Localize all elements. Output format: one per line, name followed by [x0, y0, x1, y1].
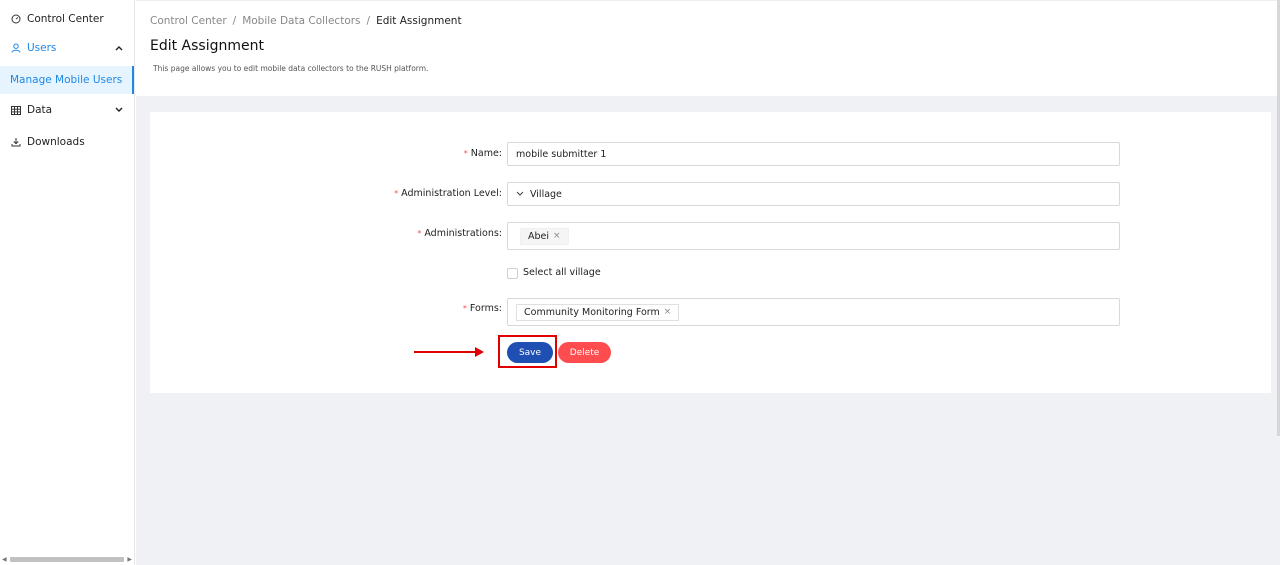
- label-colon: :: [498, 228, 502, 239]
- forms-label-text: Forms: [469, 303, 499, 314]
- select-all-village-label[interactable]: Select all village: [523, 267, 601, 278]
- sidebar: Control Center Users Manage Mobile Users…: [0, 0, 135, 565]
- sidebar-item-data[interactable]: Data: [0, 96, 134, 124]
- breadcrumb-separator: /: [232, 15, 237, 27]
- administrations-multiselect[interactable]: Abei ×: [507, 222, 1120, 250]
- download-icon: [10, 136, 22, 148]
- table-icon: [10, 104, 22, 116]
- sidebar-item-label: Control Center: [27, 13, 104, 25]
- chevron-down-icon: [114, 105, 124, 115]
- highlight-box: [498, 335, 557, 368]
- required-mark: *: [463, 149, 468, 158]
- forms-multiselect[interactable]: Community Monitoring Form ×: [507, 298, 1120, 326]
- page-description: This page allows you to edit mobile data…: [153, 64, 429, 73]
- dashboard-icon: [10, 13, 22, 25]
- administration-tag: Abei ×: [520, 227, 569, 245]
- sidebar-item-label: Users: [27, 42, 57, 54]
- required-mark: *: [417, 229, 422, 238]
- scroll-right-icon[interactable]: ▶: [127, 556, 132, 563]
- forms-label: * Forms:: [380, 303, 502, 314]
- breadcrumb-separator: /: [366, 15, 371, 27]
- label-colon: :: [498, 148, 502, 159]
- label-colon: :: [498, 188, 502, 199]
- page-title: Edit Assignment: [150, 38, 264, 54]
- sidebar-item-manage-mobile-users[interactable]: Manage Mobile Users: [0, 66, 134, 94]
- administration-level-select[interactable]: Village: [507, 182, 1120, 206]
- administrations-label: * Administrations:: [360, 228, 502, 239]
- sidebar-item-control-center[interactable]: Control Center: [0, 5, 134, 33]
- delete-button[interactable]: Delete: [558, 342, 611, 363]
- close-icon[interactable]: ×: [664, 307, 672, 317]
- breadcrumb: Control Center / Mobile Data Collectors …: [150, 15, 462, 27]
- arrow-right-icon: [475, 347, 484, 357]
- breadcrumb-mobile-data-collectors[interactable]: Mobile Data Collectors: [242, 15, 360, 27]
- annotation-arrow-line: [414, 351, 476, 353]
- chevron-down-icon: [516, 191, 524, 197]
- sidebar-item-users[interactable]: Users: [0, 34, 134, 62]
- name-input-value: mobile submitter 1: [516, 148, 607, 160]
- required-mark: *: [462, 304, 467, 313]
- name-input[interactable]: mobile submitter 1: [507, 142, 1120, 166]
- administration-level-label: * Administration Level:: [340, 188, 502, 199]
- administration-level-value: Village: [530, 188, 562, 200]
- sidebar-horizontal-scrollbar[interactable]: ◀ ▶: [2, 556, 132, 563]
- label-colon: :: [498, 303, 502, 314]
- form-tag-label: Community Monitoring Form: [524, 306, 660, 318]
- close-icon[interactable]: ×: [553, 231, 561, 241]
- required-mark: *: [394, 189, 399, 198]
- sidebar-item-label: Data: [27, 104, 53, 116]
- administration-level-label-text: Administration Level: [401, 188, 499, 199]
- breadcrumb-control-center[interactable]: Control Center: [150, 15, 227, 27]
- page-header: Control Center / Mobile Data Collectors …: [136, 0, 1280, 96]
- breadcrumb-current: Edit Assignment: [376, 15, 462, 27]
- form-tag: Community Monitoring Form ×: [516, 303, 680, 321]
- administration-tag-label: Abei: [528, 230, 550, 242]
- sidebar-item-downloads[interactable]: Downloads: [0, 128, 134, 156]
- sidebar-item-label: Manage Mobile Users: [10, 74, 123, 86]
- user-icon: [10, 42, 22, 54]
- scrollbar-thumb[interactable]: [10, 557, 124, 562]
- name-label-text: Name: [470, 148, 499, 159]
- sidebar-item-label: Downloads: [27, 136, 85, 148]
- select-all-village-checkbox[interactable]: [507, 268, 518, 279]
- chevron-up-icon: [114, 43, 124, 53]
- administrations-label-text: Administrations: [424, 228, 499, 239]
- name-label: * Name:: [380, 148, 502, 159]
- scroll-left-icon[interactable]: ◀: [2, 556, 7, 563]
